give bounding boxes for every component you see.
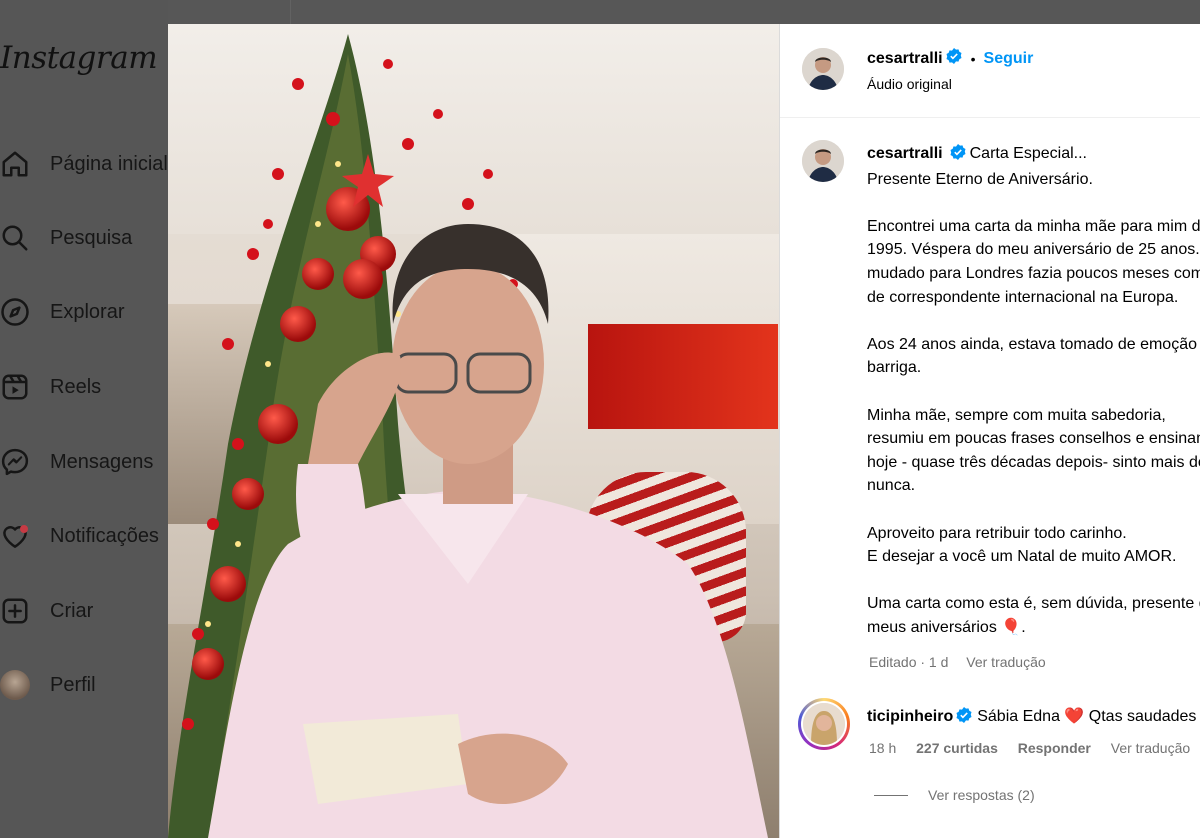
caption-line: de correspondente internacional na Europ… [867, 288, 1179, 306]
compass-icon [0, 295, 32, 329]
caption-line: 1995. Véspera do meu aniversário de 25 a… [867, 241, 1200, 259]
heart-icon [0, 519, 32, 553]
sidebar-item-explore[interactable]: Explorar [0, 290, 168, 334]
man-reading-letter [208, 224, 768, 838]
replies-divider [874, 794, 908, 796]
caption-line: mudado para Londres fazia poucos meses c… [867, 264, 1200, 282]
audio-link[interactable]: Áudio original [867, 76, 952, 92]
caption-line: Aproveito para retribuir todo carinho. [867, 524, 1127, 542]
sidebar-item-label: Reels [50, 375, 102, 398]
comment-author[interactable]: ticipinheiro [867, 708, 953, 725]
comment-time: 18 h [869, 740, 897, 756]
verified-badge-icon [946, 48, 962, 69]
comment: ticipinheiro Sábia Edna ❤️ Qtas saudades [867, 706, 1196, 728]
comment-meta: 18 h 227 curtidas Responder Ver tradução [869, 740, 1200, 756]
caption-line: nunca. [867, 477, 916, 495]
sidebar-item-profile[interactable]: Perfil [0, 663, 168, 707]
caption-line: meus aniversários 🎈. [867, 618, 1026, 636]
instagram-logo[interactable]: Instagram [0, 40, 158, 76]
caption-line: Aos 24 anos ainda, estava tomado de emoç… [867, 335, 1200, 353]
caption-line: Minha mãe, sempre com muita sabedoria, [867, 406, 1166, 424]
sidebar-item-home[interactable]: Página inicial [0, 142, 168, 186]
caption-line: Presente Eterno de Aniversário. [867, 170, 1093, 188]
caption-line: barriga. [867, 359, 922, 377]
sidebar-item-label: Mensagens [50, 450, 154, 473]
view-replies-label: Ver respostas (2) [928, 787, 1035, 803]
commenter-avatar [803, 703, 845, 745]
sidebar-item-label: Pesquisa [50, 226, 133, 249]
post-panel: cesartralli • Seguir Áudio original cesa… [779, 24, 1200, 838]
sidebar-item-search[interactable]: Pesquisa [0, 216, 168, 260]
caption-line: Encontrei uma carta da minha mãe para mi… [867, 217, 1200, 235]
sidebar-item-notifications[interactable]: Notificações [0, 514, 168, 558]
reels-icon [0, 370, 32, 404]
translate-link[interactable]: Ver tradução [966, 654, 1045, 670]
sidebar-item-messages[interactable]: Mensagens [0, 440, 168, 484]
sidebar-item-label: Criar [50, 599, 94, 622]
sidebar-item-label: Perfil [50, 673, 96, 696]
top-dim-strip [168, 0, 1200, 24]
view-replies-button[interactable]: Ver respostas (2) [874, 787, 1035, 803]
reply-button[interactable]: Responder [1018, 740, 1091, 756]
notification-dot [20, 525, 28, 533]
search-icon [0, 221, 32, 255]
caption-line: E desejar a você um Natal de muito AMOR. [867, 548, 1177, 566]
caption-author[interactable]: cesartralli [867, 145, 943, 162]
caption-line: Uma carta como esta é, sem dúvida, prese… [867, 595, 1200, 613]
post-header: cesartralli • Seguir Áudio original [780, 24, 1200, 118]
post-author[interactable]: cesartralli [867, 50, 943, 68]
caption-line: Carta Especial... [969, 145, 1087, 162]
post-caption: cesartralli Carta Especial... Presente Et… [867, 142, 1200, 639]
sidebar-item-create[interactable]: Criar [0, 589, 168, 633]
caption-meta: Editado · 1 d Ver tradução [869, 654, 1046, 670]
commenter-avatar-ring[interactable] [798, 698, 850, 750]
follow-button[interactable]: Seguir [984, 50, 1034, 68]
sidebar-item-label: Página inicial [50, 152, 168, 175]
comment-text: Sábia Edna ❤️ Qtas saudades [977, 708, 1197, 725]
verified-badge-icon [950, 144, 966, 168]
sidebar-item-reels[interactable]: Reels [0, 365, 168, 409]
caption-line: resumiu em poucas frases conselhos e ens… [867, 430, 1200, 448]
plus-square-icon [0, 594, 32, 628]
sidebar: Instagram Página inicial Pesquisa Explor… [0, 0, 168, 838]
messenger-icon [0, 445, 32, 479]
separator-dot: • [970, 50, 976, 67]
home-icon [0, 147, 32, 181]
caption-line: hoje - quase três décadas depois- sinto … [867, 453, 1200, 471]
sidebar-item-label: Notificações [50, 524, 159, 547]
edited-label: Editado · 1 d [869, 654, 949, 670]
author-avatar[interactable] [802, 48, 844, 90]
reel-video[interactable] [168, 24, 779, 838]
verified-badge-icon [956, 707, 972, 728]
sidebar-item-label: Explorar [50, 300, 125, 323]
caption-author-avatar[interactable] [802, 140, 844, 182]
comment-translate-link[interactable]: Ver tradução [1111, 740, 1190, 756]
comment-likes[interactable]: 227 curtidas [916, 740, 998, 756]
profile-avatar [0, 668, 32, 702]
